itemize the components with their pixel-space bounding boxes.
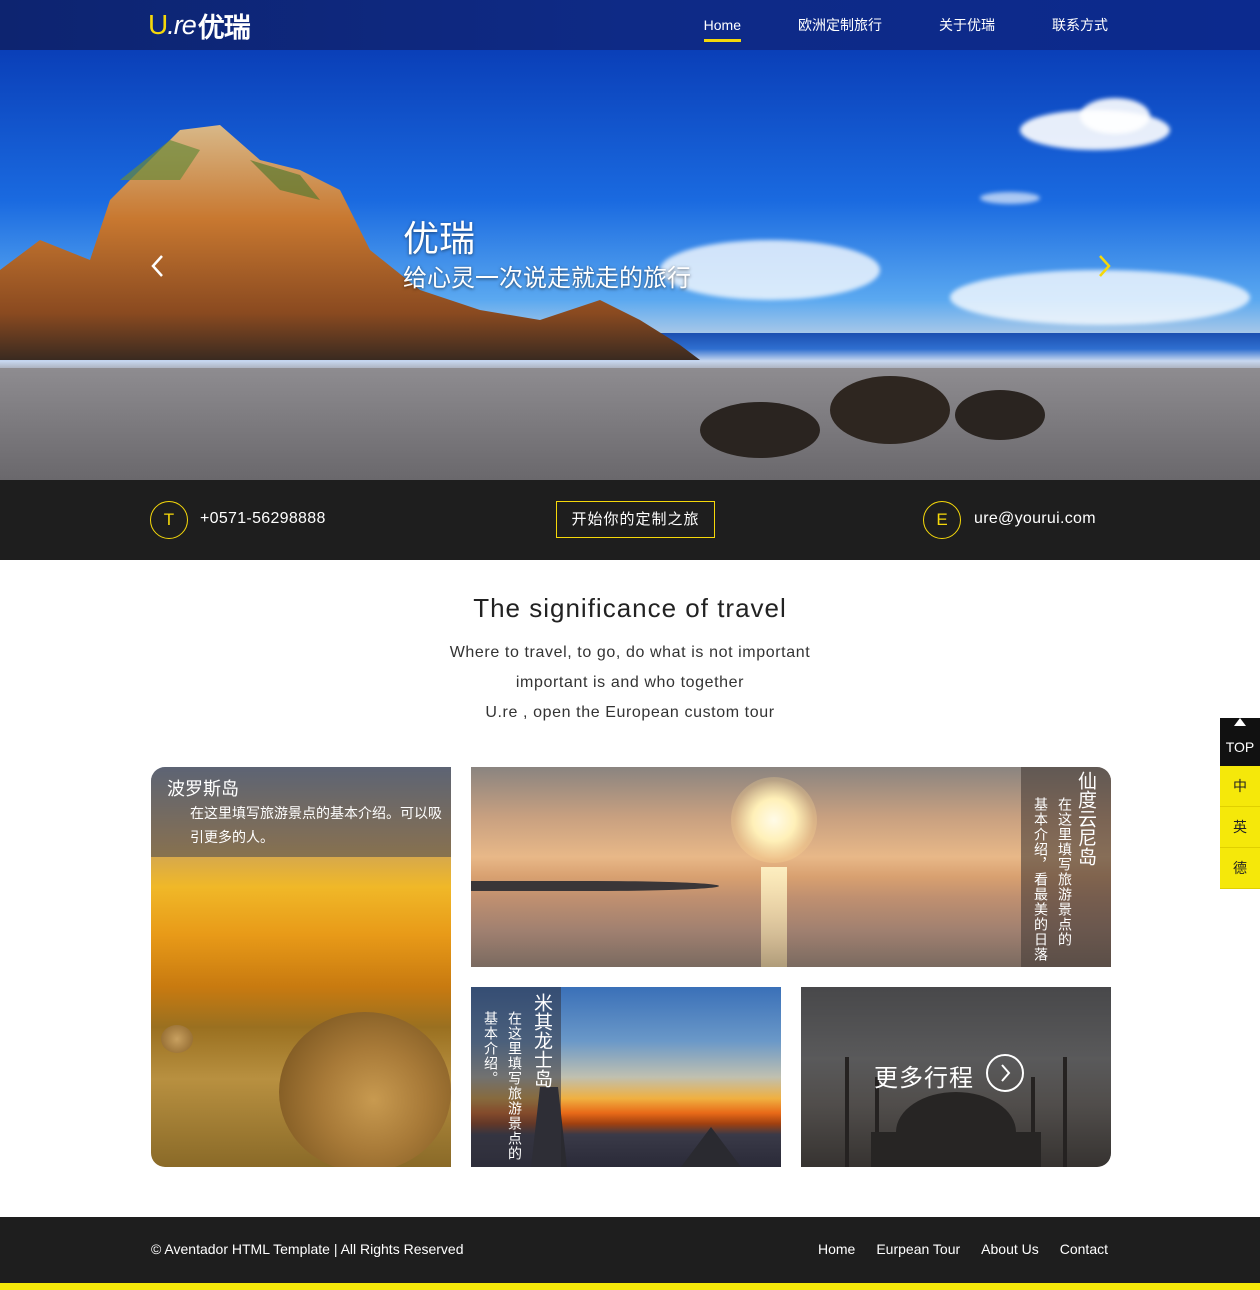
hero-banner: 优瑞 给心灵一次说走就走的旅行	[0, 50, 1260, 480]
back-to-top-button[interactable]: TOP	[1220, 718, 1260, 766]
more-tours-card[interactable]: 更多行程	[801, 987, 1111, 1167]
chapel	[681, 1127, 741, 1167]
logo[interactable]: U .re 优瑞	[148, 9, 251, 43]
logo-re: .re	[167, 9, 196, 40]
intro-line: Where to travel, to go, do what is not i…	[449, 644, 811, 661]
nav-about[interactable]: 关于优瑞	[939, 0, 995, 50]
footer-link-home[interactable]: Home	[818, 1241, 855, 1257]
sun-reflection	[761, 867, 787, 967]
cloud	[980, 192, 1040, 204]
card-caption: 仙度云尼岛 在这里填写旅游景点的 基本介绍，看最美的日落	[1021, 767, 1111, 967]
lang-english[interactable]: 英	[1220, 807, 1260, 848]
card-description: 在这里填写旅游景点的	[507, 1011, 523, 1161]
site-header: U .re 优瑞 Home 欧洲定制旅行 关于优瑞 联系方式	[0, 0, 1260, 50]
cloud	[1080, 98, 1150, 134]
card-description: 在这里填写旅游景点的基本介绍。可以吸引更多的人。	[190, 805, 442, 845]
lang-german[interactable]: 德	[1220, 848, 1260, 889]
destination-card-mykonos[interactable]: 米其龙士岛 在这里填写旅游景点的 基本介绍。	[471, 987, 781, 1167]
intro-line: important is and who together	[515, 674, 745, 691]
card-caption: 米其龙士岛 在这里填写旅游景点的 基本介绍。	[471, 987, 561, 1167]
intro-line: U.re , open the European custom tour	[485, 704, 775, 721]
card-description: 基本介绍，看最美的日落	[1033, 797, 1049, 962]
contact-bar: T +0571-56298888 开始你的定制之旅 E ure@yourui.c…	[0, 480, 1260, 560]
logo-cn: 优瑞	[197, 12, 251, 43]
hay-bale	[279, 1012, 451, 1167]
sun	[731, 777, 817, 863]
card-caption: 波罗斯岛 在这里填写旅游景点的基本介绍。可以吸引更多的人。	[151, 767, 451, 857]
prev-slide-icon[interactable]	[146, 250, 170, 282]
logo-u: U	[148, 9, 168, 40]
rock-formation	[0, 125, 700, 360]
card-title: 波罗斯岛	[167, 779, 239, 799]
phone-number: +0571-56298888	[200, 510, 326, 527]
next-slide-icon[interactable]	[1092, 250, 1116, 282]
copyright: © Aventador HTML Template | All Rights R…	[151, 1241, 464, 1257]
arrow-right-icon[interactable]	[986, 1054, 1024, 1092]
destination-card-santorini[interactable]: 仙度云尼岛 在这里填写旅游景点的 基本介绍，看最美的日落	[471, 767, 1111, 967]
footer-link-contact[interactable]: Contact	[1060, 1241, 1108, 1257]
card-title: 米其龙士岛	[531, 993, 552, 1088]
footer-link-tour[interactable]: Eurpean Tour	[876, 1241, 960, 1257]
main-nav: Home 欧洲定制旅行 关于优瑞 联系方式	[647, 0, 1108, 50]
beach-rocks	[700, 376, 1045, 458]
hero-subtitle: 给心灵一次说走就走的旅行	[403, 265, 691, 292]
nav-contact[interactable]: 联系方式	[1052, 0, 1108, 50]
nav-home[interactable]: Home	[703, 0, 742, 50]
footer-nav: Home Eurpean Tour About Us Contact	[797, 1241, 1108, 1257]
footer-link-about[interactable]: About Us	[981, 1241, 1039, 1257]
email-icon: E	[923, 501, 961, 539]
phone-icon: T	[150, 501, 188, 539]
email-address[interactable]: ure@yourui.com	[974, 510, 1096, 528]
destination-card-poros[interactable]: 波罗斯岛 在这里填写旅游景点的基本介绍。可以吸引更多的人。	[151, 767, 451, 1167]
bottom-accent-stripe	[0, 1283, 1260, 1290]
more-tours-label: 更多行程	[874, 1065, 974, 1092]
card-description: 在这里填写旅游景点的	[1057, 797, 1073, 947]
card-description: 基本介绍。	[483, 1011, 499, 1086]
card-title: 仙度云尼岛	[1075, 771, 1096, 866]
hay-bale	[161, 1025, 193, 1053]
hero-title: 优瑞	[403, 218, 476, 259]
site-footer: © Aventador HTML Template | All Rights R…	[0, 1217, 1260, 1283]
section-title: The significance of travel	[473, 593, 787, 623]
land-strip	[471, 881, 719, 891]
side-float-bar: TOP 中 英 德	[1220, 718, 1260, 889]
lang-chinese[interactable]: 中	[1220, 766, 1260, 807]
start-custom-trip-button[interactable]: 开始你的定制之旅	[556, 501, 715, 538]
nav-europe-tour[interactable]: 欧洲定制旅行	[798, 0, 882, 50]
